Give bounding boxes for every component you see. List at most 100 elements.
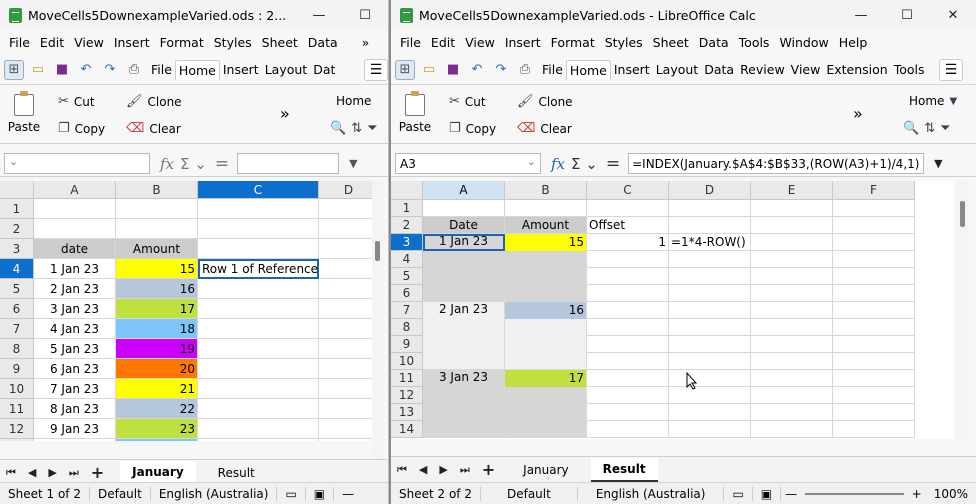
- cell[interactable]: [669, 217, 751, 234]
- cell[interactable]: [587, 302, 669, 319]
- row-header-14[interactable]: 14: [391, 421, 423, 438]
- cell[interactable]: [198, 219, 319, 239]
- cell[interactable]: [587, 404, 669, 421]
- cell[interactable]: [423, 200, 505, 217]
- selection-mode-icon[interactable]: ▭: [277, 486, 306, 501]
- amount-header-cell[interactable]: Amount: [505, 217, 587, 234]
- date-cell[interactable]: 5 Jan 23: [34, 339, 116, 359]
- redo-icon[interactable]: ↷: [491, 60, 511, 80]
- cell[interactable]: [751, 387, 833, 404]
- cell[interactable]: [669, 336, 751, 353]
- amount-cell[interactable]: 24: [116, 439, 198, 441]
- cell[interactable]: [669, 421, 751, 438]
- more-options-icon[interactable]: »: [853, 104, 863, 123]
- row-header-9[interactable]: 9: [391, 336, 423, 353]
- menu-file[interactable]: File: [4, 35, 35, 50]
- menu-more[interactable]: »: [357, 35, 375, 50]
- formula-input[interactable]: [237, 153, 340, 174]
- date-cell[interactable]: 3 Jan 23: [34, 299, 116, 319]
- cell[interactable]: [505, 200, 587, 217]
- sidebar-toggle-icon[interactable]: ⊞: [4, 59, 24, 80]
- language[interactable]: English (Australia): [578, 486, 725, 501]
- row-header-11[interactable]: 11: [0, 399, 34, 419]
- function-wizard-icon[interactable]: fx: [551, 155, 565, 173]
- menu-edit[interactable]: Edit: [35, 35, 69, 50]
- cell[interactable]: [319, 239, 372, 259]
- tab-data[interactable]: Dat: [310, 62, 338, 77]
- cell[interactable]: [198, 439, 319, 441]
- menu-format[interactable]: Format: [155, 35, 209, 50]
- cell[interactable]: [116, 219, 198, 239]
- menu-view[interactable]: View: [460, 35, 500, 50]
- clone-button[interactable]: 🖌 Clone: [126, 94, 182, 109]
- cell[interactable]: [833, 200, 915, 217]
- cell[interactable]: [198, 239, 319, 259]
- row-header-5[interactable]: 5: [0, 279, 34, 299]
- cell[interactable]: [669, 404, 751, 421]
- cell[interactable]: [833, 387, 915, 404]
- sheet-tab-january[interactable]: January: [511, 459, 581, 481]
- menu-insert[interactable]: Insert: [109, 35, 155, 50]
- cell[interactable]: [833, 404, 915, 421]
- row-header-2[interactable]: 2: [391, 217, 423, 234]
- column-header-e[interactable]: E: [751, 181, 833, 200]
- column-header-d[interactable]: D: [669, 181, 751, 200]
- row-header-6[interactable]: 6: [0, 299, 34, 319]
- expand-formula-icon[interactable]: ▼: [349, 157, 357, 170]
- find-icon[interactable]: 🔍 ⇅ ⏷: [903, 121, 951, 136]
- row-header-10[interactable]: 10: [391, 353, 423, 370]
- tab-insert[interactable]: Insert: [611, 62, 653, 77]
- filter-icon[interactable]: ⏷: [367, 121, 377, 136]
- row-header-1[interactable]: 1: [391, 200, 423, 217]
- cell[interactable]: [319, 219, 372, 239]
- tab-view[interactable]: View: [788, 62, 824, 77]
- undo-icon[interactable]: ↶: [76, 60, 96, 80]
- first-sheet-button[interactable]: ⏮: [0, 466, 22, 480]
- last-sheet-button[interactable]: ⏭: [63, 466, 85, 480]
- sort-icon[interactable]: ⇅: [924, 121, 935, 136]
- cell[interactable]: [319, 339, 372, 359]
- menu-styles[interactable]: Styles: [600, 35, 648, 50]
- column-header-c[interactable]: C: [587, 181, 669, 200]
- cell[interactable]: [833, 319, 915, 336]
- cell[interactable]: [319, 399, 372, 419]
- vertical-scrollbar[interactable]: [372, 181, 384, 461]
- cell[interactable]: [669, 319, 751, 336]
- formula-icon[interactable]: =: [606, 154, 620, 174]
- column-header-b[interactable]: B: [116, 181, 198, 199]
- date-header-cell[interactable]: date: [34, 239, 116, 259]
- cut-button[interactable]: ✂ Cut: [58, 94, 95, 109]
- amount-cell[interactable]: 21: [116, 379, 198, 399]
- cell[interactable]: [198, 419, 319, 439]
- amount-cell[interactable]: 16: [116, 279, 198, 299]
- cell[interactable]: [587, 251, 669, 268]
- corner-cell[interactable]: [0, 181, 34, 199]
- row-header-11[interactable]: 11: [391, 370, 423, 387]
- menu-format[interactable]: Format: [546, 35, 600, 50]
- formula-icon[interactable]: =: [215, 154, 229, 174]
- cell[interactable]: [669, 370, 751, 387]
- cell[interactable]: [198, 199, 319, 219]
- menu-help[interactable]: Help: [834, 35, 873, 50]
- paste-button[interactable]: Paste: [4, 91, 44, 134]
- merged-date-block[interactable]: 3 Jan 23: [423, 370, 505, 438]
- tab-review[interactable]: Review: [737, 62, 788, 77]
- menu-data[interactable]: Data: [303, 35, 343, 50]
- name-box[interactable]: [4, 153, 150, 174]
- amount-cell[interactable]: 18: [116, 319, 198, 339]
- cell[interactable]: [751, 336, 833, 353]
- row-header-12[interactable]: 12: [391, 387, 423, 404]
- column-header-c[interactable]: C: [198, 181, 319, 199]
- paste-button[interactable]: Paste: [395, 91, 435, 134]
- spreadsheet-grid[interactable]: A B C D 1 2 3 date Amount 4 1 Jan 23 15 Row 1 of Ref…: [0, 181, 372, 441]
- amount-cell[interactable]: 17: [116, 299, 198, 319]
- menu-edit[interactable]: Edit: [426, 35, 460, 50]
- function-wizard-icon[interactable]: fx: [160, 155, 174, 173]
- sheet-tab-result[interactable]: Result: [206, 462, 267, 484]
- column-header-a[interactable]: A: [423, 181, 505, 200]
- menu-tools[interactable]: Tools: [734, 35, 775, 50]
- selection-mode-icon[interactable]: ▭: [724, 486, 753, 501]
- column-header-b[interactable]: B: [505, 181, 587, 200]
- zoom-slider[interactable]: [805, 492, 904, 495]
- row-header-8[interactable]: 8: [0, 339, 34, 359]
